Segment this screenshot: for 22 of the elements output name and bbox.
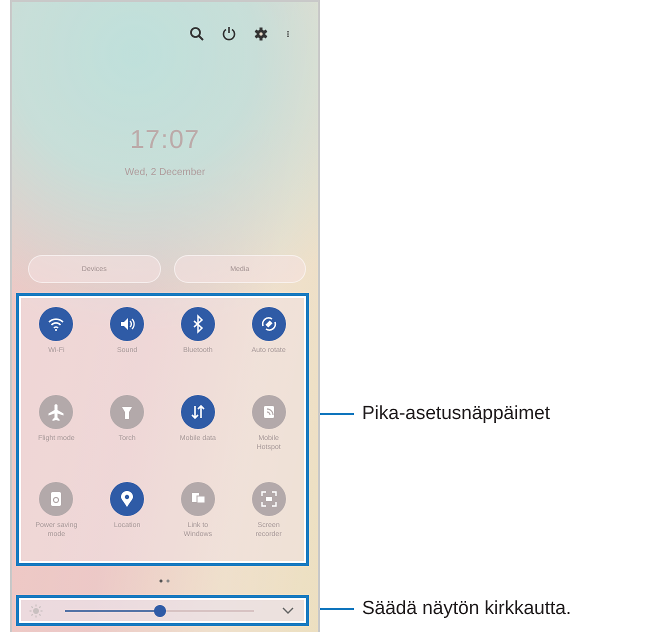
quick-setting-toggle[interactable]: [180, 394, 215, 429]
quick-setting-toggle[interactable]: [180, 307, 215, 341]
search-icon[interactable]: [188, 25, 206, 43]
page-indicator: [159, 578, 171, 582]
power-icon[interactable]: [220, 25, 238, 43]
settings-icon[interactable]: [252, 25, 270, 43]
chevron-down-icon[interactable]: [282, 606, 294, 614]
quick-setting-toggle[interactable]: [110, 394, 144, 429]
quick-setting-toggle[interactable]: [180, 482, 215, 516]
quick-setting-toggle[interactable]: [252, 307, 286, 341]
brightness-icon: [29, 604, 43, 618]
callout-label: Säädä näytön kirkkautta.: [362, 598, 572, 620]
quick-setting-toggle[interactable]: [252, 482, 286, 516]
callout-label: Pika-asetusnäppäimet: [362, 403, 550, 425]
quick-setting-toggle[interactable]: [110, 482, 144, 516]
quick-setting-toggle[interactable]: [39, 394, 74, 429]
quick-setting-toggle[interactable]: [252, 394, 286, 429]
slider-thumb[interactable]: [154, 604, 166, 616]
quick-setting-toggle[interactable]: [39, 307, 74, 341]
quick-setting-toggle[interactable]: [39, 482, 74, 516]
quick-setting-toggle[interactable]: [110, 307, 144, 341]
clock-date: Wed, 2 December: [124, 167, 206, 178]
